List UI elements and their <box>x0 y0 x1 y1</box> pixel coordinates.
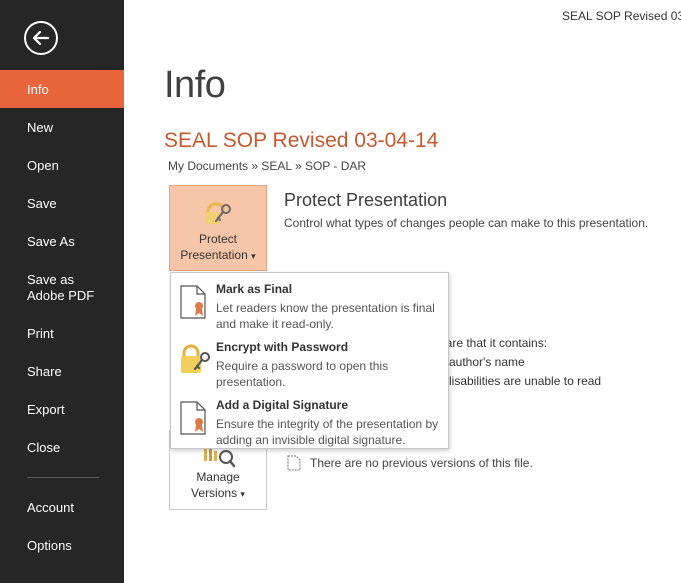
sidebar-item-options[interactable]: Options <box>0 526 124 564</box>
sidebar-item-label: Info <box>27 81 49 97</box>
manage-versions-label-line1: Manage <box>196 470 240 484</box>
sidebar-item-label: Save <box>27 195 57 211</box>
menu-item-description: Ensure the integrity of the presentation… <box>216 417 439 447</box>
inspect-text-line2: author's name <box>449 355 525 369</box>
inspect-text-line3: lisabilities are unable to read <box>449 374 602 388</box>
menu-item-description: Require a password to open this presenta… <box>216 359 389 389</box>
sidebar-item-label: Share <box>27 363 62 379</box>
menu-item-encrypt-with-password[interactable]: Encrypt with Password Require a password… <box>171 333 448 389</box>
page-title: Info <box>164 64 226 106</box>
sidebar-item-label: Print <box>27 325 54 341</box>
sidebar-item-open[interactable]: Open <box>0 146 124 184</box>
sidebar-item-label: New <box>27 119 54 135</box>
sidebar-item-label: Save As <box>27 233 75 249</box>
window-title: SEAL SOP Revised 03-04-14 <box>562 9 681 23</box>
sidebar-item-export[interactable]: Export <box>0 390 124 428</box>
sidebar-item-save-as[interactable]: Save As <box>0 222 124 260</box>
chevron-down-icon: ▾ <box>240 489 245 499</box>
menu-item-mark-as-final[interactable]: Mark as Final Let readers know the prese… <box>171 275 448 331</box>
breadcrumb[interactable]: My Documents » SEAL » SOP - DAR <box>168 159 366 173</box>
manage-versions-label-line2: Versions <box>191 486 238 500</box>
sidebar-item-label: Options <box>27 537 72 553</box>
lock-key-icon <box>181 344 210 373</box>
sidebar-item-label: Save as Adobe PDF <box>27 272 95 303</box>
protect-button-label-line1: Protect <box>198 232 237 246</box>
protect-button-label-line2: Presentation <box>180 248 248 262</box>
sidebar-item-new[interactable]: New <box>0 108 124 146</box>
protect-presentation-button[interactable]: Protect Presentation ▾ <box>169 185 267 271</box>
back-arrow-icon <box>32 30 50 46</box>
digital-signature-icon <box>180 401 206 435</box>
backstage-sidebar: Info New Open Save Save As Save as Adobe… <box>0 0 124 583</box>
manage-versions-icon <box>204 447 236 468</box>
menu-item-description: Let readers know the presentation is fin… <box>216 301 435 331</box>
sidebar-item-account[interactable]: Account <box>0 488 124 526</box>
protect-section-title: Protect Presentation <box>284 190 448 210</box>
sidebar-item-info[interactable]: Info <box>0 70 124 108</box>
chevron-down-icon: ▾ <box>251 251 256 261</box>
sidebar-item-close[interactable]: Close <box>0 428 124 466</box>
sidebar-divider <box>27 477 99 478</box>
sidebar-item-label: Open <box>27 157 59 173</box>
sidebar-item-label: Export <box>27 401 65 417</box>
versions-description: There are no previous versions of this f… <box>310 456 533 470</box>
sidebar-item-label: Account <box>27 499 74 515</box>
sidebar-item-print[interactable]: Print <box>0 314 124 352</box>
sidebar-item-share[interactable]: Share <box>0 352 124 390</box>
sidebar-item-label: Close <box>27 439 61 455</box>
sidebar-item-save-as-adobe-pdf[interactable]: Save as Adobe PDF <box>0 268 110 308</box>
sidebar-item-save[interactable]: Save <box>0 184 124 222</box>
protect-section-description: Control what types of changes people can… <box>284 216 649 230</box>
mark-as-final-icon <box>180 285 206 319</box>
file-name: SEAL SOP Revised 03-04-14 <box>164 129 439 152</box>
inspect-text-line1: ware that it contains: <box>437 336 548 350</box>
document-icon <box>287 455 301 471</box>
menu-item-title: Add a Digital Signature <box>216 398 349 412</box>
protect-presentation-menu: Mark as Final Let readers know the prese… <box>170 272 449 449</box>
menu-item-title: Encrypt with Password <box>216 340 349 354</box>
menu-item-add-digital-signature[interactable]: Add a Digital Signature Ensure the integ… <box>171 391 448 447</box>
lock-key-icon <box>206 202 231 224</box>
menu-item-title: Mark as Final <box>216 282 293 296</box>
back-button[interactable] <box>24 21 58 55</box>
